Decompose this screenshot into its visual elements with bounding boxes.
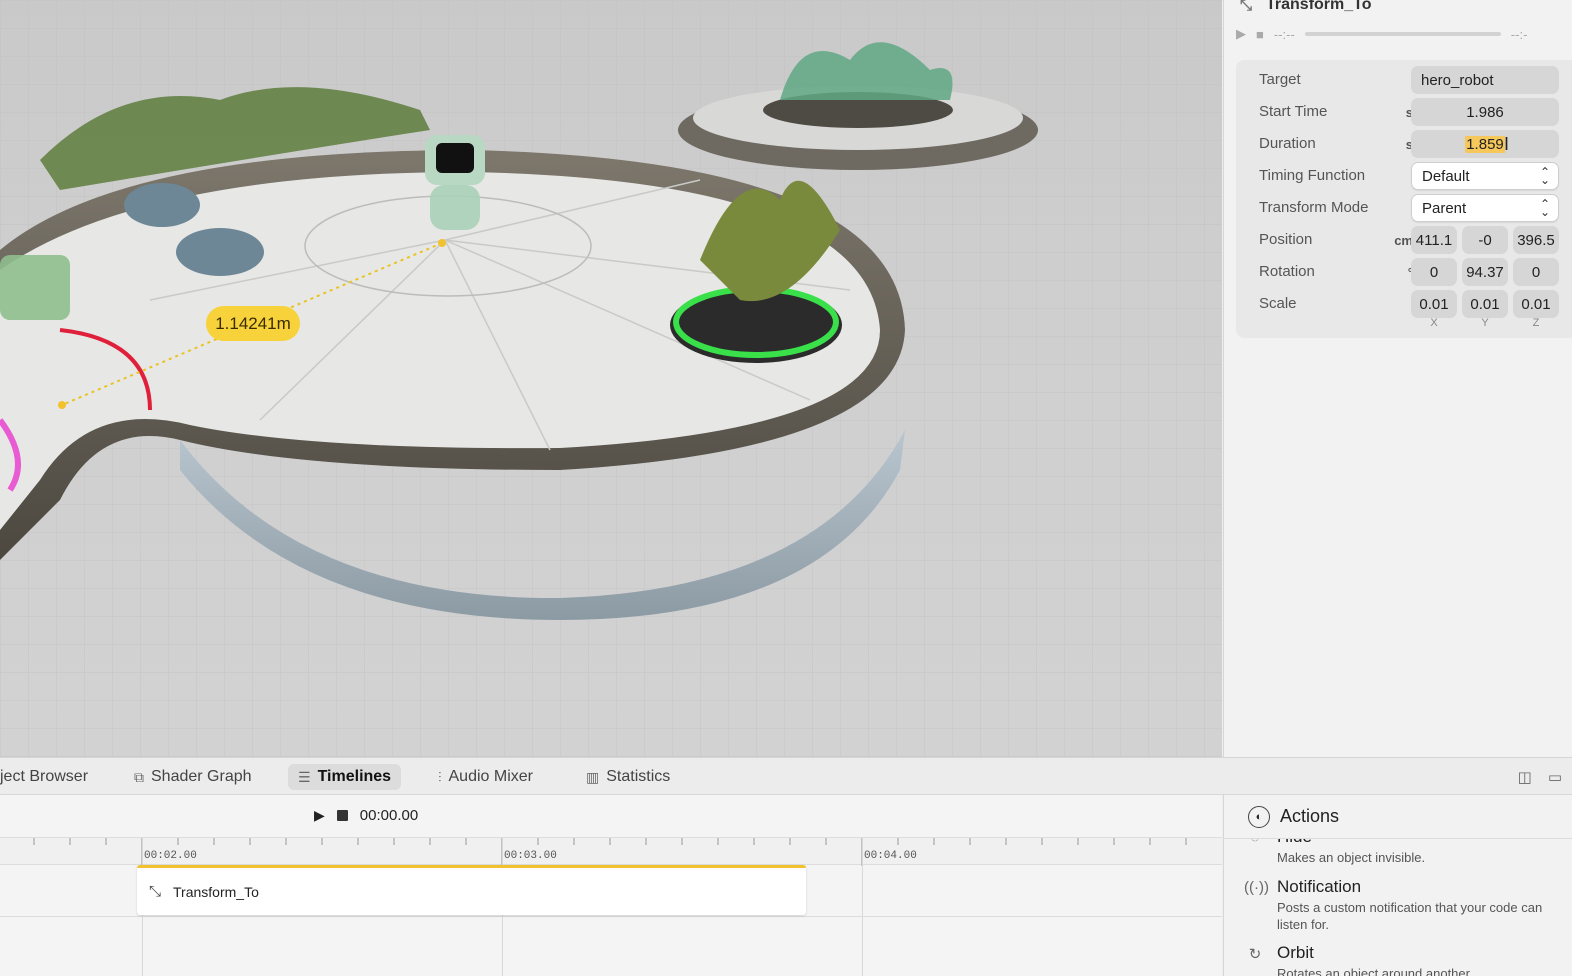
- play-icon[interactable]: ▶: [314, 807, 325, 824]
- sliders-icon: ⫶: [438, 768, 442, 785]
- scale-y-field[interactable]: 0.01: [1462, 290, 1508, 318]
- target-label: Target: [1259, 71, 1301, 88]
- duration-label: Duration: [1259, 135, 1316, 152]
- position-z-field[interactable]: 396.5: [1513, 226, 1559, 254]
- tab-label: Timelines: [317, 768, 392, 785]
- text-cursor-icon: I: [1503, 134, 1509, 154]
- broadcast-icon: ((·)): [1244, 879, 1269, 896]
- start-time-field[interactable]: 1.986: [1411, 98, 1559, 126]
- axis-label-y: Y: [1481, 317, 1489, 329]
- timing-function-row: Timing Function Default ⌃ ⌄: [1236, 162, 1572, 190]
- tab-label: ject Browser: [0, 768, 89, 785]
- bar-chart-icon: ▥: [586, 768, 600, 785]
- scale-label: Scale: [1259, 295, 1297, 312]
- inspector-panel: ⤡ Transform_To ▶ ■ --:-- --:- Target her…: [1223, 0, 1572, 757]
- panel-toggles: ◫ ▭: [1518, 768, 1562, 786]
- tab-object-browser[interactable]: ject Browser: [0, 764, 98, 790]
- clip-label: Transform_To: [173, 883, 259, 900]
- rotation-row: Rotation ° 0 94.37 0: [1236, 258, 1572, 286]
- position-y-field[interactable]: -0: [1462, 226, 1508, 254]
- ruler-label: 00:02.00: [144, 850, 197, 862]
- target-row: Target hero_robot: [1236, 66, 1572, 94]
- action-description: Makes an object invisible.: [1277, 850, 1426, 865]
- action-name: Notification: [1277, 877, 1362, 896]
- track-divider: [0, 916, 1222, 917]
- timing-function-select[interactable]: Default ⌃ ⌄: [1411, 162, 1559, 190]
- play-icon[interactable]: ▶: [1236, 26, 1246, 42]
- action-preview-player: ▶ ■ --:-- --:-: [1236, 24, 1572, 44]
- rotation-label: Rotation: [1259, 263, 1315, 280]
- start-time-row: Start Time s 1.986: [1236, 98, 1572, 126]
- scene-viewport[interactable]: 1.14241m: [0, 0, 1222, 757]
- timing-function-label: Timing Function: [1259, 167, 1366, 184]
- scale-row: Scale 0.01 0.01 0.01: [1236, 290, 1572, 318]
- scene-render: [0, 0, 1222, 757]
- timecode: 00:00.00: [359, 807, 419, 824]
- orbit-icon: ↻: [1248, 946, 1262, 963]
- chevron-up-down-icon: ⌃ ⌄: [1539, 197, 1550, 219]
- timing-function-value: Default: [1422, 167, 1470, 185]
- bottom-panel-toggle-icon[interactable]: ▭: [1548, 768, 1562, 786]
- transform-mode-select[interactable]: Parent ⌃ ⌄: [1411, 194, 1559, 222]
- ruler-label: 00:04.00: [864, 850, 917, 862]
- axis-labels: X Y Z: [1236, 317, 1572, 331]
- scale-x-field[interactable]: 0.01: [1411, 290, 1457, 318]
- transform-action-icon: ⤡: [149, 883, 162, 900]
- action-description: Rotates an object around another: [1277, 966, 1470, 976]
- preview-progress-bar[interactable]: [1304, 32, 1501, 36]
- duration-row: Duration s 1.859 I: [1236, 130, 1572, 158]
- transform-mode-row: Transform Mode Parent ⌃ ⌄: [1236, 194, 1572, 222]
- actions-header: ◐ Actions: [1224, 795, 1572, 839]
- tab-label: Shader Graph: [151, 768, 252, 785]
- rotation-y-field[interactable]: 94.37: [1462, 258, 1508, 286]
- action-description: Posts a custom notification that your co…: [1277, 900, 1543, 932]
- distance-measurement-label: 1.14241m: [206, 306, 300, 341]
- ruler-label: 00:03.00: [504, 850, 557, 862]
- inspector-header: ⤡ Transform_To: [1236, 0, 1372, 16]
- chevron-up-down-icon: ⌃ ⌄: [1539, 165, 1550, 187]
- sidebar-toggle-icon[interactable]: ◫: [1518, 768, 1532, 786]
- properties-card: Target hero_robot Start Time s 1.986 Dur…: [1236, 60, 1572, 338]
- timeline-ruler[interactable]: 00:02.00 00:03.00 00:04.00: [0, 837, 1222, 866]
- bottom-tab-bar: ject Browser ⧉ Shader Graph ☰ Timelines …: [0, 757, 1572, 795]
- tab-statistics[interactable]: ▥ Statistics: [576, 764, 680, 790]
- axis-label-z: Z: [1532, 317, 1540, 329]
- tab-audio-mixer[interactable]: ⫶ Audio Mixer: [428, 764, 543, 790]
- actions-library-panel: ◐ Actions ◌ Hide Makes an object invisib…: [1223, 795, 1572, 976]
- rotation-x-field[interactable]: 0: [1411, 258, 1457, 286]
- timeline-editor: ▶ 00:00.00 00:02.00 00:03.00 00:04.00 ⤡ …: [0, 795, 1222, 976]
- rotation-z-field[interactable]: 0: [1513, 258, 1559, 286]
- actions-title: Actions: [1280, 806, 1340, 826]
- timeline-transport: ▶ 00:00.00: [314, 807, 418, 824]
- tab-label: Statistics: [606, 768, 671, 785]
- position-row: Position cm 411.1 -0 396.5: [1236, 226, 1572, 254]
- axis-label-x: X: [1430, 317, 1438, 329]
- target-field[interactable]: hero_robot: [1411, 66, 1559, 94]
- ruler-gridline: [862, 837, 863, 976]
- node-graph-icon: ⧉: [134, 768, 144, 785]
- tab-timelines[interactable]: ☰ Timelines: [288, 764, 402, 790]
- stop-icon[interactable]: ■: [1256, 27, 1264, 42]
- scale-z-field[interactable]: 0.01: [1513, 290, 1559, 318]
- position-x-field[interactable]: 411.1: [1411, 226, 1457, 254]
- duration-field[interactable]: 1.859 I: [1411, 130, 1559, 158]
- inspector-title: Transform_To: [1266, 0, 1372, 13]
- preview-time-end: --:-: [1510, 26, 1528, 42]
- timeline-icon: ☰: [298, 768, 311, 785]
- tab-label: Audio Mixer: [448, 768, 533, 785]
- tab-shader-graph[interactable]: ⧉ Shader Graph: [124, 764, 262, 790]
- transform-mode-value: Parent: [1422, 199, 1467, 217]
- actions-icon: ◐: [1248, 805, 1270, 828]
- stop-icon[interactable]: [336, 810, 348, 821]
- transform-mode-label: Transform Mode: [1259, 199, 1369, 216]
- duration-value-selected: 1.859: [1465, 135, 1505, 153]
- transform-action-icon: ⤡: [1239, 0, 1252, 14]
- action-name: Orbit: [1277, 943, 1314, 962]
- timeline-clip-transform-to[interactable]: ⤡ Transform_To: [137, 865, 806, 915]
- start-time-label: Start Time: [1259, 103, 1328, 120]
- position-label: Position: [1259, 231, 1313, 248]
- preview-time-current: --:--: [1273, 26, 1295, 42]
